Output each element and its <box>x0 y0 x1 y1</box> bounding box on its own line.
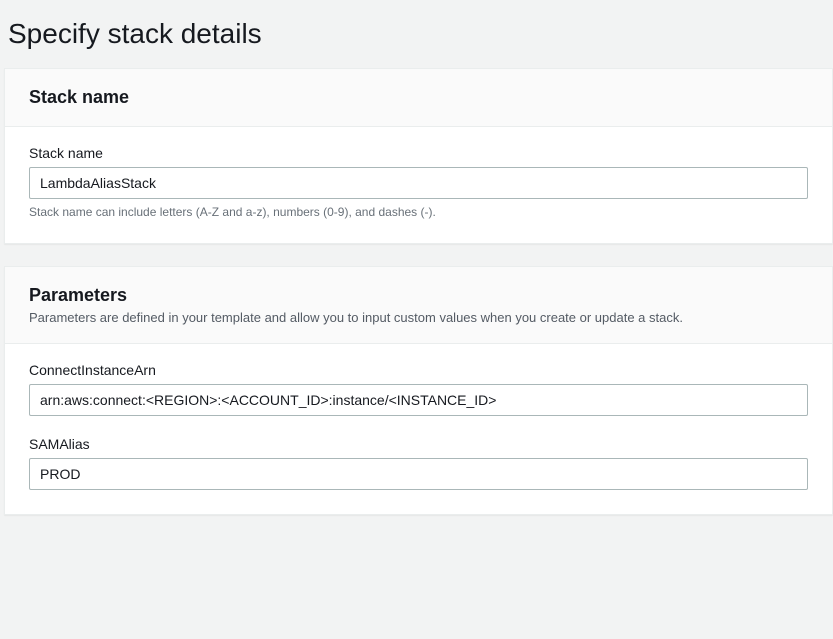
connect-instance-arn-label: ConnectInstanceArn <box>29 362 808 378</box>
connect-instance-arn-group: ConnectInstanceArn <box>29 362 808 416</box>
sam-alias-label: SAMAlias <box>29 436 808 452</box>
stack-name-panel-header: Stack name <box>5 69 832 127</box>
stack-name-input[interactable] <box>29 167 808 199</box>
parameters-panel-body: ConnectInstanceArn SAMAlias <box>5 344 832 514</box>
stack-name-hint: Stack name can include letters (A-Z and … <box>29 205 808 219</box>
parameters-panel-header: Parameters Parameters are defined in you… <box>5 267 832 344</box>
stack-name-label: Stack name <box>29 145 808 161</box>
parameters-heading: Parameters <box>29 285 808 306</box>
parameters-subtitle: Parameters are defined in your template … <box>29 310 808 325</box>
stack-name-heading: Stack name <box>29 87 808 108</box>
page-title: Specify stack details <box>0 0 833 68</box>
stack-name-form-group: Stack name Stack name can include letter… <box>29 145 808 219</box>
connect-instance-arn-input[interactable] <box>29 384 808 416</box>
sam-alias-group: SAMAlias <box>29 436 808 490</box>
stack-name-panel: Stack name Stack name Stack name can inc… <box>4 68 833 244</box>
sam-alias-input[interactable] <box>29 458 808 490</box>
parameters-panel: Parameters Parameters are defined in you… <box>4 266 833 515</box>
stack-name-panel-body: Stack name Stack name can include letter… <box>5 127 832 243</box>
